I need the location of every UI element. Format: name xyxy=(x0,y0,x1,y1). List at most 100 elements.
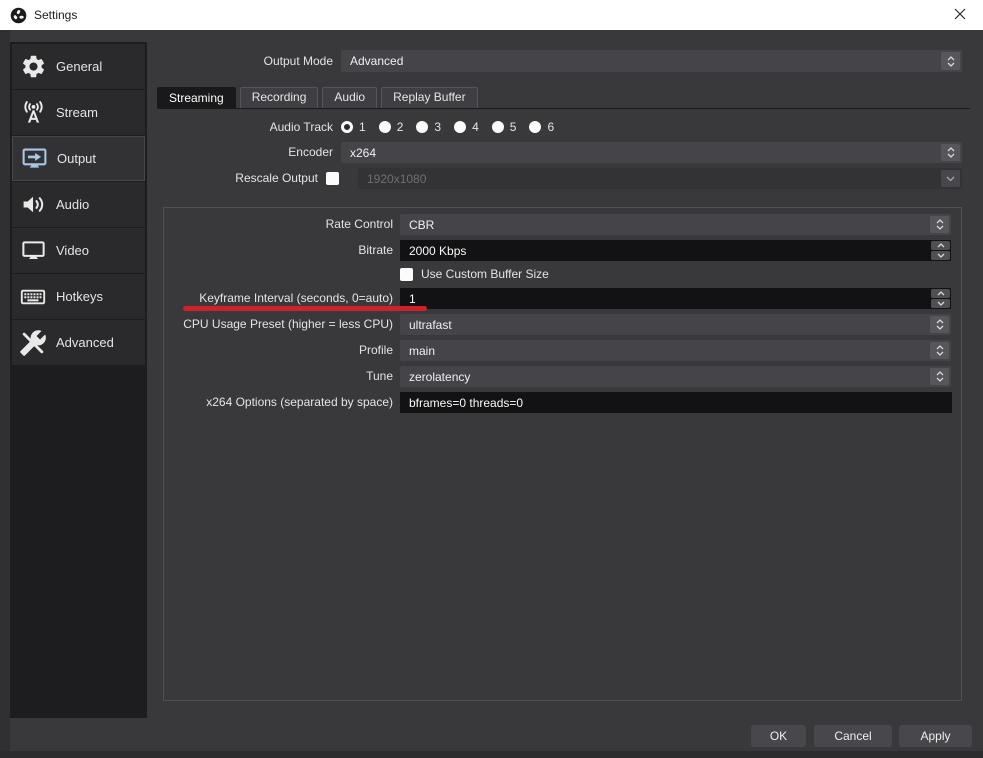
radio-label: 2 xyxy=(396,120,404,134)
sidebar-item-hotkeys[interactable]: Hotkeys xyxy=(12,274,145,319)
close-icon xyxy=(954,8,966,23)
rescale-output-label: Rescale Output xyxy=(235,171,318,185)
window-left-edge xyxy=(0,30,10,758)
tab-audio[interactable]: Audio xyxy=(322,87,378,108)
close-button[interactable] xyxy=(937,0,983,30)
chevron-up-down-icon[interactable] xyxy=(930,342,949,359)
ok-button[interactable]: OK xyxy=(751,725,806,747)
sidebar-item-label: Output xyxy=(57,151,97,166)
spin-down-icon[interactable] xyxy=(931,299,950,308)
rate-control-label: Rate Control xyxy=(325,217,393,231)
radio-track-6[interactable]: 6 xyxy=(529,120,554,134)
profile-value: main xyxy=(409,343,436,358)
cpu-preset-value: ultrafast xyxy=(409,317,452,332)
radio-label: 3 xyxy=(434,120,442,134)
rescale-resolution-value: 1920x1080 xyxy=(367,171,427,186)
tune-select[interactable]: zerolatency xyxy=(400,366,951,387)
sidebar-item-label: Advanced xyxy=(56,335,114,350)
tune-label: Tune xyxy=(366,369,393,383)
chevron-down-icon[interactable] xyxy=(941,170,960,187)
sidebar-item-label: Audio xyxy=(56,197,90,212)
encoder-select[interactable]: x264 xyxy=(341,142,962,163)
display-icon xyxy=(17,235,49,267)
rate-control-select[interactable]: CBR xyxy=(400,214,951,235)
radio-icon xyxy=(491,121,504,133)
chevron-up-down-icon[interactable] xyxy=(941,144,960,161)
tune-value: zerolatency xyxy=(409,369,471,384)
crossed-tools-icon xyxy=(17,327,49,359)
encoder-value: x264 xyxy=(350,145,377,160)
spinbox-buttons xyxy=(931,241,950,260)
chevron-up-down-icon[interactable] xyxy=(930,216,949,233)
tab-recording[interactable]: Recording xyxy=(239,87,319,108)
output-mode-value: Advanced xyxy=(350,54,404,68)
sidebar-item-general[interactable]: General xyxy=(12,44,145,89)
radio-label: 6 xyxy=(547,120,555,134)
tab-replay-buffer[interactable]: Replay Buffer xyxy=(381,87,478,108)
encoder-settings-group xyxy=(163,207,962,701)
radio-icon xyxy=(529,121,542,133)
rate-control-value: CBR xyxy=(409,217,435,232)
radio-track-2[interactable]: 2 xyxy=(378,120,404,134)
rescale-output-checkbox[interactable] xyxy=(326,172,339,185)
audio-track-radios: 1 2 3 4 5 6 xyxy=(341,119,554,135)
chevron-up-down-icon[interactable] xyxy=(941,52,960,70)
bitrate-value: 2000 Kbps xyxy=(409,243,467,258)
x264-options-input[interactable]: bframes=0 threads=0 xyxy=(400,392,952,413)
gear-icon xyxy=(17,51,49,83)
radio-track-4[interactable]: 4 xyxy=(454,120,479,134)
output-mode-label: Output Mode xyxy=(263,54,333,68)
radio-label: 5 xyxy=(509,120,517,134)
obs-logo-icon xyxy=(10,7,27,24)
radio-icon xyxy=(416,121,429,133)
sidebar-item-label: Hotkeys xyxy=(56,289,103,304)
cpu-preset-label: CPU Usage Preset (higher = less CPU) xyxy=(183,317,393,331)
use-custom-buffer-checkbox-row[interactable]: Use Custom Buffer Size xyxy=(400,267,549,281)
radio-label: 1 xyxy=(359,120,366,134)
speaker-icon xyxy=(17,189,49,221)
broadcast-icon xyxy=(17,97,49,129)
sidebar-item-output[interactable]: Output xyxy=(12,136,145,181)
radio-selected-icon xyxy=(341,121,353,133)
spin-down-icon[interactable] xyxy=(931,251,950,260)
chevron-up-down-icon[interactable] xyxy=(930,316,949,333)
x264-options-label: x264 Options (separated by space) xyxy=(206,395,393,409)
settings-window: Settings General Stream Output Audio Vid… xyxy=(0,0,983,758)
settings-category-list: General Stream Output Audio Video Hotkey… xyxy=(10,42,147,718)
title-bar: Settings xyxy=(0,0,983,30)
window-bottom-edge xyxy=(0,751,983,758)
radio-track-3[interactable]: 3 xyxy=(416,120,441,134)
radio-track-1[interactable]: 1 xyxy=(341,120,366,134)
sidebar-item-stream[interactable]: Stream xyxy=(12,90,145,135)
tab-streaming[interactable]: Streaming xyxy=(157,87,236,108)
radio-track-5[interactable]: 5 xyxy=(491,120,517,134)
cpu-preset-select[interactable]: ultrafast xyxy=(400,314,951,335)
radio-icon xyxy=(378,121,391,133)
chevron-up-down-icon[interactable] xyxy=(930,368,949,385)
tab-divider xyxy=(157,108,970,109)
sidebar-item-audio[interactable]: Audio xyxy=(12,182,145,227)
keyboard-icon xyxy=(17,281,49,313)
output-tabs: Streaming Recording Audio Replay Buffer xyxy=(157,87,478,108)
sidebar-item-advanced[interactable]: Advanced xyxy=(12,320,145,365)
cancel-button[interactable]: Cancel xyxy=(814,725,892,747)
custom-buffer-checkbox xyxy=(400,267,413,281)
spin-up-icon[interactable] xyxy=(931,289,950,298)
spinbox-buttons xyxy=(931,289,950,308)
sidebar-item-video[interactable]: Video xyxy=(12,228,145,273)
custom-buffer-label: Use Custom Buffer Size xyxy=(421,267,549,281)
sidebar-item-label: General xyxy=(56,59,103,74)
audio-track-label: Audio Track xyxy=(269,120,333,134)
rescale-resolution-select[interactable]: 1920x1080 xyxy=(358,168,962,189)
bitrate-spinbox[interactable]: 2000 Kbps xyxy=(400,240,951,261)
profile-label: Profile xyxy=(358,343,393,357)
encoder-label: Encoder xyxy=(288,145,333,159)
spin-up-icon[interactable] xyxy=(931,241,950,250)
apply-button[interactable]: Apply xyxy=(899,725,972,747)
window-title: Settings xyxy=(34,8,78,22)
output-mode-select[interactable]: Advanced xyxy=(341,50,962,72)
sidebar-item-label: Stream xyxy=(56,105,98,120)
profile-select[interactable]: main xyxy=(400,340,951,361)
keyframe-interval-spinbox[interactable]: 1 xyxy=(400,288,951,309)
x264-options-value: bframes=0 threads=0 xyxy=(409,395,524,410)
